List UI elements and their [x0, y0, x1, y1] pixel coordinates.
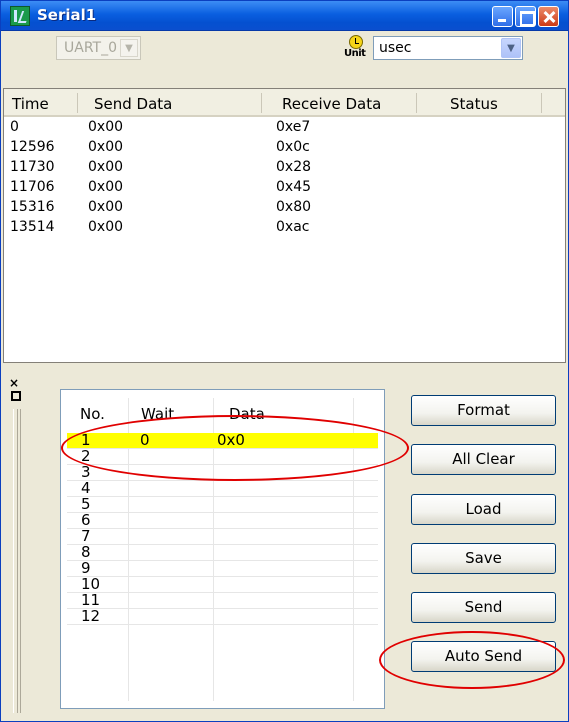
log-table-header: Time Send Data Receive Data Status [4, 89, 565, 117]
unit-clock-icon: Unit [342, 35, 372, 63]
send-cell-data: 0x0 [217, 431, 245, 449]
log-row[interactable]: 12596 0x00 0x0c [4, 139, 565, 159]
serial-window: Serial1 UART_0 ▼ Unit usec ▼ Time Send D… [0, 0, 569, 722]
log-cell-receive: 0x80 [276, 199, 312, 215]
send-row[interactable]: 9 [67, 559, 378, 577]
log-cell-send: 0x00 [88, 179, 124, 195]
send-row[interactable]: 6 [67, 511, 378, 529]
log-row[interactable]: 11706 0x00 0x45 [4, 179, 565, 199]
log-cell-receive: 0xac [276, 219, 310, 235]
log-row[interactable]: 11730 0x00 0x28 [4, 159, 565, 179]
column-header-time[interactable]: Time [12, 95, 49, 113]
send-panel: × No. Wait Data 1 0 0x0 2 3 4 5 6 7 8 9 … [3, 369, 566, 719]
all-clear-button[interactable]: All Clear [411, 444, 556, 475]
window-title: Serial1 [37, 6, 97, 24]
log-cell-receive: 0x28 [276, 159, 312, 175]
load-button[interactable]: Load [411, 494, 556, 525]
log-cell-send: 0x00 [88, 219, 124, 235]
send-row[interactable]: 12 [67, 607, 378, 625]
column-header-data[interactable]: Data [229, 405, 265, 423]
log-cell-receive: 0xe7 [276, 119, 311, 135]
log-cell-receive: 0x0c [276, 139, 310, 155]
panel-close-icon[interactable]: × [9, 377, 19, 389]
toolbar: UART_0 ▼ Unit usec ▼ [1, 32, 568, 86]
log-cell-time: 13514 [10, 219, 55, 235]
send-cell-wait: 0 [140, 431, 150, 449]
send-cell-no: 3 [81, 463, 91, 481]
unit-select-value: usec [379, 40, 412, 56]
send-row[interactable]: 3 [67, 463, 378, 481]
send-cell-no: 11 [81, 591, 101, 609]
maximize-icon[interactable] [515, 6, 536, 27]
log-row[interactable]: 0 0x00 0xe7 [4, 119, 565, 139]
app-logo-icon [10, 6, 30, 26]
send-cell-no: 5 [81, 495, 91, 513]
send-cell-no: 2 [81, 447, 91, 465]
column-header-send-data[interactable]: Send Data [94, 95, 172, 113]
column-header-no[interactable]: No. [80, 405, 105, 423]
send-cell-no: 7 [81, 527, 91, 545]
send-button[interactable]: Send [411, 592, 556, 623]
send-cell-no: 12 [81, 607, 101, 625]
send-row[interactable]: 10 [67, 575, 378, 593]
send-row[interactable]: 2 [67, 447, 378, 465]
column-header-receive-data[interactable]: Receive Data [282, 95, 381, 113]
send-cell-no: 9 [81, 559, 91, 577]
chevron-down-icon[interactable]: ▼ [120, 39, 138, 57]
log-cell-receive: 0x45 [276, 179, 312, 195]
auto-send-button[interactable]: Auto Send [411, 641, 556, 672]
column-divider [541, 93, 542, 113]
send-cell-no: 8 [81, 543, 91, 561]
minimize-icon[interactable] [492, 6, 513, 27]
title-bar[interactable]: Serial1 [1, 1, 568, 31]
unit-select[interactable]: usec ▼ [373, 36, 523, 60]
column-divider [416, 93, 417, 113]
send-cell-no: 4 [81, 479, 91, 497]
close-icon[interactable] [538, 6, 559, 27]
column-header-status[interactable]: Status [450, 95, 498, 113]
send-cell-no: 6 [81, 511, 91, 529]
log-cell-send: 0x00 [88, 139, 124, 155]
panel-restore-icon[interactable] [11, 391, 21, 401]
log-cell-time: 15316 [10, 199, 55, 215]
send-row[interactable]: 8 [67, 543, 378, 561]
log-table[interactable]: Time Send Data Receive Data Status 0 0x0… [3, 88, 566, 363]
unit-icon-label: Unit [344, 48, 366, 59]
log-cell-send: 0x00 [88, 159, 124, 175]
column-header-wait[interactable]: Wait [141, 405, 174, 423]
log-cell-time: 12596 [10, 139, 55, 155]
port-select-value: UART_0 [64, 40, 117, 56]
chevron-down-icon[interactable]: ▼ [501, 38, 521, 58]
port-select[interactable]: UART_0 ▼ [56, 36, 141, 60]
send-row[interactable]: 4 [67, 479, 378, 497]
format-button[interactable]: Format [411, 395, 556, 426]
column-divider [77, 93, 78, 113]
clock-icon [349, 35, 363, 49]
column-divider [261, 93, 262, 113]
log-cell-send: 0x00 [88, 199, 124, 215]
log-cell-time: 11730 [10, 159, 55, 175]
send-row[interactable]: 7 [67, 527, 378, 545]
log-cell-time: 0 [10, 119, 19, 135]
send-cell-no: 1 [81, 431, 91, 449]
send-cell-no: 10 [81, 575, 101, 593]
send-row-selected[interactable]: 1 0 0x0 [67, 431, 378, 449]
log-row[interactable]: 13514 0x00 0xac [4, 219, 565, 239]
panel-grip[interactable] [13, 409, 21, 713]
save-button[interactable]: Save [411, 543, 556, 574]
log-cell-send: 0x00 [88, 119, 124, 135]
log-cell-time: 11706 [10, 179, 55, 195]
send-row[interactable]: 5 [67, 495, 378, 513]
send-row[interactable]: 11 [67, 591, 378, 609]
log-row[interactable]: 15316 0x00 0x80 [4, 199, 565, 219]
send-table[interactable]: No. Wait Data 1 0 0x0 2 3 4 5 6 7 8 9 10… [60, 389, 385, 709]
